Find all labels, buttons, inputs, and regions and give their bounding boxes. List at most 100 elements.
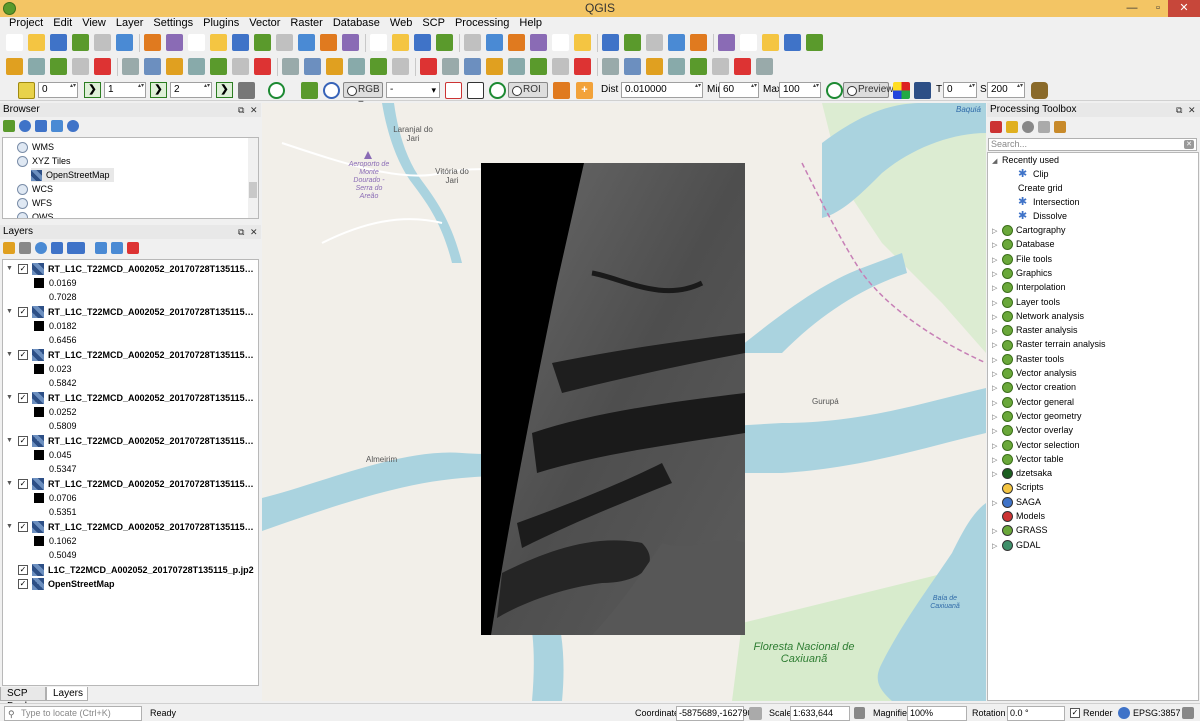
toolbar-tool-icon[interactable]: [254, 58, 271, 75]
processing-group-item[interactable]: ▷ Vector analysis: [992, 366, 1077, 380]
close-panel-icon[interactable]: ✕: [250, 103, 258, 117]
processing-group-recent[interactable]: ◢ Recently used: [992, 153, 1059, 167]
toolbar-tool-icon[interactable]: [298, 34, 315, 51]
browser-item-wcs[interactable]: WCS: [17, 182, 53, 196]
layer-visibility-checkbox[interactable]: ✓: [18, 565, 28, 575]
s-spinbox[interactable]: 200: [987, 82, 1025, 98]
menu-settings[interactable]: Settings: [148, 17, 198, 31]
crs-label[interactable]: EPSG:3857: [1133, 708, 1181, 718]
lock-icon[interactable]: [854, 707, 865, 719]
close-panel-icon[interactable]: ✕: [250, 225, 258, 239]
layer-row[interactable]: ✓ L1C_T22MCD_A002052_20170728T135115_p.jp…: [3, 563, 258, 577]
zoom-to-roi-icon[interactable]: [323, 82, 340, 99]
toolbar-tool-icon[interactable]: [762, 34, 779, 51]
toolbar-tool-icon[interactable]: [392, 58, 409, 75]
toolbar-tool-icon[interactable]: [420, 58, 437, 75]
layer-visibility-checkbox[interactable]: ✓: [18, 307, 28, 317]
band-r-next-button[interactable]: ❯: [84, 82, 101, 98]
rotation-field[interactable]: 0.0 °: [1007, 706, 1065, 721]
models-icon[interactable]: [990, 121, 1002, 133]
preview-toggle[interactable]: Preview: [843, 82, 894, 98]
scripts-icon[interactable]: [1006, 121, 1018, 133]
toolbar-tool-icon[interactable]: [624, 34, 641, 51]
toolbar-tool-icon[interactable]: [530, 58, 547, 75]
toolbar-tool-icon[interactable]: [414, 34, 431, 51]
toolbar-tool-icon[interactable]: [370, 58, 387, 75]
band-g-next-button[interactable]: ❯: [150, 82, 167, 98]
float-panel-icon[interactable]: ⧉: [238, 103, 244, 117]
processing-group-item[interactable]: ▷ Vector table: [992, 452, 1064, 466]
close-button[interactable]: ✕: [1168, 0, 1200, 17]
add-layer-icon[interactable]: [3, 120, 15, 132]
toolbar-tool-icon[interactable]: [436, 34, 453, 51]
remove-layer-icon[interactable]: [127, 242, 139, 254]
processing-group-item[interactable]: ▷ Vector general: [992, 395, 1074, 409]
toolbar-tool-icon[interactable]: [188, 58, 205, 75]
redo-preview-icon[interactable]: [893, 82, 910, 99]
layer-visibility-checkbox[interactable]: ✓: [18, 393, 28, 403]
toolbar-tool-icon[interactable]: [304, 58, 321, 75]
database-icon[interactable]: [1031, 82, 1048, 99]
extents-icon[interactable]: [749, 707, 762, 720]
zoom-roi-icon[interactable]: [489, 82, 506, 99]
browser-item-wfs[interactable]: WFS: [17, 196, 52, 210]
toolbar-tool-icon[interactable]: [188, 34, 205, 51]
layer-row[interactable]: ▼ ✓ RT_L1C_T22MCD_A002052_20170728T135115_…: [3, 348, 258, 362]
processing-group-item[interactable]: ▷ Database: [992, 237, 1055, 251]
expand-icon[interactable]: ▼: [6, 477, 13, 491]
processing-recent-item[interactable]: ✱ Intersection: [1018, 195, 1080, 209]
toolbar-tool-icon[interactable]: [72, 34, 89, 51]
eye-icon[interactable]: [35, 242, 47, 254]
menu-database[interactable]: Database: [328, 17, 385, 31]
filter-expression-icon[interactable]: [67, 242, 85, 254]
toolbar-tool-icon[interactable]: [690, 34, 707, 51]
processing-group-item[interactable]: ▷ Vector overlay: [992, 423, 1073, 437]
toolbar-tool-icon[interactable]: [348, 58, 365, 75]
layer-visibility-checkbox[interactable]: ✓: [18, 522, 28, 532]
tab-layers[interactable]: Layers: [46, 687, 88, 701]
processing-provider-item[interactable]: ▷ GDAL: [992, 538, 1041, 552]
processing-group-item[interactable]: ▷ Vector selection: [992, 438, 1080, 452]
layer-row[interactable]: ▼ ✓ RT_L1C_T22MCD_A002052_20170728T135115_…: [3, 391, 258, 405]
processing-group-item[interactable]: ▷ Vector geometry: [992, 409, 1082, 423]
toolbar-tool-icon[interactable]: [28, 34, 45, 51]
t-spinbox[interactable]: 0: [943, 82, 977, 98]
processing-group-item[interactable]: ▷ Interpolation: [992, 280, 1066, 294]
rgb-composite-icon[interactable]: [301, 82, 318, 99]
collapse-all-icon[interactable]: [51, 120, 63, 132]
expand-icon[interactable]: ▼: [6, 262, 13, 276]
toolbar-tool-icon[interactable]: [486, 58, 503, 75]
plus-icon[interactable]: +: [576, 82, 593, 99]
browser-item-openstreetmap[interactable]: OpenStreetMap: [31, 168, 114, 182]
scale-field[interactable]: 1:633,644: [790, 706, 850, 721]
toolbar-tool-icon[interactable]: [508, 58, 525, 75]
toolbar-tool-icon[interactable]: [144, 58, 161, 75]
layer-row[interactable]: ▼ ✓ RT_L1C_T22MCD_A002052_20170728T135115_…: [3, 477, 258, 491]
zoom-to-image-icon[interactable]: [268, 82, 285, 99]
options-icon[interactable]: [1054, 121, 1066, 133]
toolbar-tool-icon[interactable]: [574, 34, 591, 51]
expand-icon[interactable]: ▼: [6, 520, 13, 534]
processing-group-item[interactable]: ▷ Raster tools: [992, 352, 1064, 366]
processing-recent-item[interactable]: Create grid: [1018, 181, 1063, 195]
map-canvas[interactable]: Laranjal do Jari Vitória do Jari Aeropor…: [262, 103, 986, 701]
roi-toggle[interactable]: ROI: [508, 82, 548, 98]
toolbar-tool-icon[interactable]: [646, 34, 663, 51]
expand-icon[interactable]: ▼: [6, 305, 13, 319]
menu-layer[interactable]: Layer: [111, 17, 149, 31]
expand-icon[interactable]: ◢: [992, 155, 1002, 169]
collapse-all-icon[interactable]: [111, 242, 123, 254]
processing-recent-item[interactable]: ✱ Dissolve: [1018, 209, 1067, 223]
toolbar-tool-icon[interactable]: [254, 34, 271, 51]
menu-edit[interactable]: Edit: [48, 17, 77, 31]
toolbar-tool-icon[interactable]: [94, 34, 111, 51]
menu-raster[interactable]: Raster: [285, 17, 327, 31]
history-icon[interactable]: [1022, 121, 1034, 133]
toolbar-tool-icon[interactable]: [282, 58, 299, 75]
layer-visibility-checkbox[interactable]: ✓: [18, 350, 28, 360]
band-g-spinbox[interactable]: 1: [104, 82, 146, 98]
processing-provider-item[interactable]: Models: [992, 509, 1045, 523]
processing-provider-item[interactable]: ▷ GRASS: [992, 523, 1048, 537]
browser-item-wms[interactable]: WMS: [17, 140, 54, 154]
toolbar-tool-icon[interactable]: [806, 34, 823, 51]
